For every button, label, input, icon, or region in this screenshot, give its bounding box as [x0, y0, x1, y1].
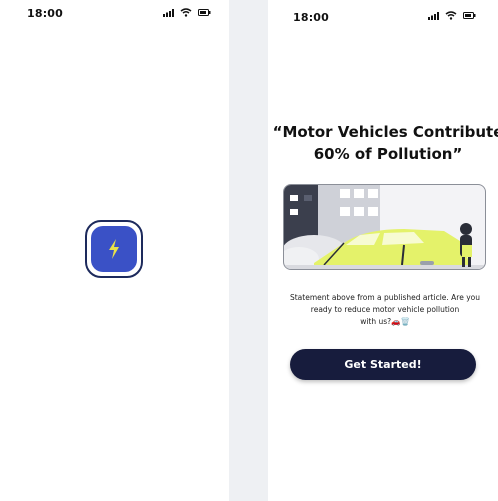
onboarding-screen: 18:00 “Motor Vehicles Contribute 60% of … [268, 0, 498, 501]
battery-icon [198, 9, 211, 16]
app-logo [85, 220, 143, 278]
status-icons [428, 11, 476, 20]
status-bar: 18:00 [268, 0, 498, 30]
body-line-1: Statement above from a published article… [289, 293, 481, 302]
lightning-bolt-icon [109, 239, 119, 259]
status-bar: 18:00 [0, 0, 229, 30]
headline-line-1: “Motor Vehicles Contribute [272, 123, 498, 141]
city-car-illustration [284, 185, 485, 269]
get-started-button[interactable]: Get Started! [290, 349, 476, 380]
cellular-signal-icon [428, 11, 439, 20]
cellular-signal-icon [163, 8, 174, 17]
headline-line-2: 60% of Pollution” [313, 145, 463, 163]
pollution-illustration [283, 184, 486, 270]
status-time: 18:00 [293, 11, 330, 24]
wifi-icon [180, 8, 192, 17]
body-line-3: with us?🚗🗑️ [360, 317, 410, 326]
splash-screen: 18:00 [0, 0, 229, 501]
status-time: 18:00 [27, 7, 64, 20]
body-text: Statement above from a published article… [282, 292, 488, 328]
headline: “Motor Vehicles Contribute 60% of Pollut… [268, 121, 498, 165]
status-icons [163, 8, 211, 17]
app-logo-badge [91, 226, 137, 272]
body-line-2: ready to reduce motor vehicle pollution [310, 305, 460, 314]
battery-icon [463, 12, 476, 19]
wifi-icon [445, 11, 457, 20]
